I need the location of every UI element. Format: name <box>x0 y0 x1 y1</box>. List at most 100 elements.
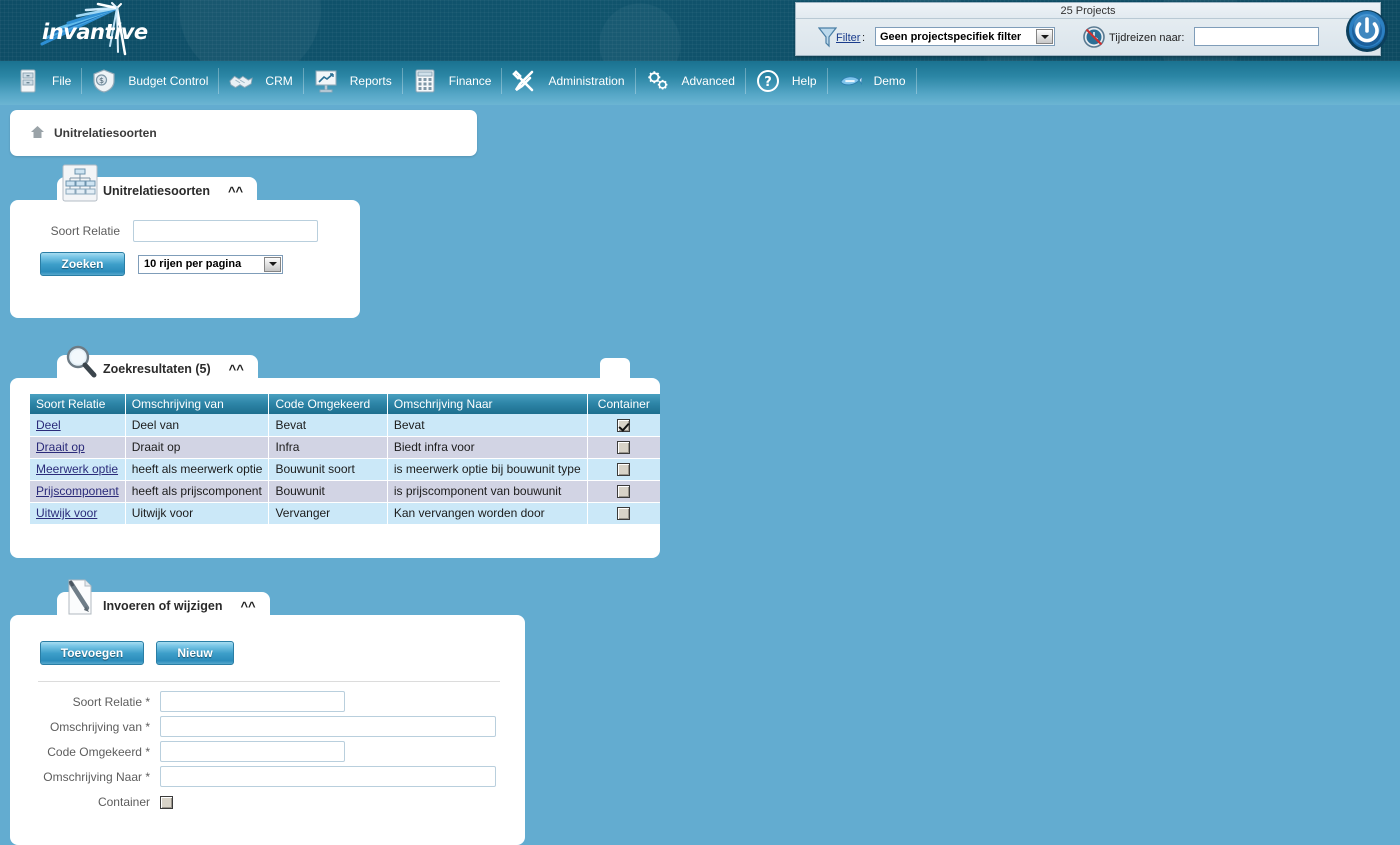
invantive-fish-icon <box>838 69 862 93</box>
menu-divider <box>915 68 917 94</box>
chevron-up-icon[interactable]: ^^ <box>240 599 255 614</box>
menu-item-budget-control[interactable]: $ Budget Control <box>82 61 218 101</box>
row-link[interactable]: Meerwerk optie <box>36 462 118 476</box>
project-count-label: 25 Projects <box>796 3 1380 19</box>
zoeken-button[interactable]: Zoeken <box>40 252 125 276</box>
col-container[interactable]: Container <box>587 394 660 414</box>
container-checkbox[interactable] <box>617 441 631 455</box>
chevron-down-icon[interactable] <box>1036 29 1053 44</box>
col-soort-relatie[interactable]: Soort Relatie <box>30 394 126 414</box>
menu-item-demo[interactable]: Demo <box>828 61 916 101</box>
chevron-up-icon[interactable]: ^^ <box>229 362 244 377</box>
results-panel-body: Soort Relatie Omschrijving van Code Omge… <box>10 378 660 558</box>
cell-omschrijving-van: Draait op <box>125 436 270 459</box>
cell-container <box>587 436 660 459</box>
form-divider <box>38 681 500 682</box>
col-omschrijving-naar[interactable]: Omschrijving Naar <box>387 394 588 414</box>
nieuw-button[interactable]: Nieuw <box>156 641 234 665</box>
menu-item-help[interactable]: ? Help <box>746 61 827 101</box>
row-link[interactable]: Deel <box>36 418 61 432</box>
filter-colon: : <box>862 32 866 44</box>
cell-omschrijving-naar: is meerwerk optie bij bouwunit type <box>387 458 588 481</box>
entry-panel-body: Toevoegen Nieuw Soort Relatie * Omschrij… <box>10 615 525 845</box>
code-omgekeerd-field[interactable] <box>160 741 345 762</box>
table-row[interactable]: Prijscomponent heeft als prijscomponent … <box>30 480 660 503</box>
filter-bar: 25 Projects Filter : Geen projectspecifi… <box>795 2 1381 56</box>
chevron-up-icon[interactable]: ^^ <box>228 184 243 199</box>
chevron-down-icon[interactable] <box>264 256 281 272</box>
field-label-code-omgekeerd: Code Omgekeerd * <box>47 744 150 759</box>
rows-per-page-select[interactable]: 10 rijen per pagina <box>138 254 283 274</box>
cell-container <box>587 502 660 525</box>
menu-item-finance[interactable]: Finance <box>403 61 502 101</box>
project-filter-select[interactable]: Geen projectspecifiek filter <box>875 27 1055 46</box>
results-panel-title: Zoekresultaten (5) <box>103 362 211 376</box>
cell-omschrijving-van: Deel van <box>125 414 270 437</box>
magnifier-icon <box>61 341 101 384</box>
menu-item-reports[interactable]: Reports <box>304 61 402 101</box>
cell-soort-relatie: Prijscomponent <box>30 480 126 503</box>
cell-code-omgekeerd: Bouwunit <box>268 480 388 503</box>
file-cabinet-icon <box>16 69 40 93</box>
funnel-filter-icon <box>817 26 838 51</box>
menu-label: Budget Control <box>128 74 209 88</box>
results-table: Soort Relatie Omschrijving van Code Omge… <box>30 394 660 525</box>
menu-item-crm[interactable]: CRM <box>219 61 302 101</box>
cell-soort-relatie: Draait op <box>30 436 126 459</box>
container-checkbox[interactable] <box>160 795 173 809</box>
menu-item-advanced[interactable]: Advanced <box>636 61 745 101</box>
power-logout-icon[interactable] <box>1345 9 1389 53</box>
menu-label: Reports <box>349 74 392 88</box>
omschrijving-van-field[interactable] <box>160 716 496 737</box>
cell-code-omgekeerd: Infra <box>268 436 388 459</box>
cell-omschrijving-naar: Bevat <box>387 414 588 437</box>
col-omschrijving-van[interactable]: Omschrijving van <box>125 394 270 414</box>
container-checkbox[interactable] <box>617 418 631 432</box>
soort-relatie-field[interactable] <box>160 691 345 712</box>
container-checkbox[interactable] <box>617 463 631 477</box>
cell-container <box>587 414 660 437</box>
search-panel-body: Soort Relatie Zoeken 10 rijen per pagina <box>10 200 360 318</box>
table-row[interactable]: Meerwerk optie heeft als meerwerk optie … <box>30 458 660 481</box>
toevoegen-button[interactable]: Toevoegen <box>40 641 144 665</box>
container-checkbox[interactable] <box>617 507 631 521</box>
menu-item-administration[interactable]: Administration <box>502 61 634 101</box>
table-row[interactable]: Uitwijk voor Uitwijk voor Vervanger Kan … <box>30 502 660 525</box>
brand-name: invantive <box>42 20 148 44</box>
table-row[interactable]: Draait op Draait op Infra Biedt infra vo… <box>30 436 660 459</box>
project-filter-value: Geen projectspecifiek filter <box>880 31 1022 43</box>
app-banner: invantive 25 Projects Filter : Geen proj… <box>0 0 1400 61</box>
table-row[interactable]: Deel Deel van Bevat Bevat <box>30 414 660 437</box>
entry-panel-tab[interactable]: Invoeren of wijzigen ^^ <box>57 579 270 620</box>
cell-omschrijving-van: heeft als meerwerk optie <box>125 458 270 481</box>
menu-item-file[interactable]: File <box>6 61 81 101</box>
menu-label: File <box>52 74 72 88</box>
gears-icon <box>646 69 670 93</box>
cell-soort-relatie: Meerwerk optie <box>30 458 126 481</box>
soort-relatie-search-input[interactable] <box>133 220 318 242</box>
omschrijving-naar-field[interactable] <box>160 766 496 787</box>
time-travel-input[interactable] <box>1194 27 1319 46</box>
row-link[interactable]: Uitwijk voor <box>36 506 97 520</box>
cell-soort-relatie: Uitwijk voor <box>30 502 126 525</box>
cell-omschrijving-naar: is prijscomponent van bouwunit <box>387 480 588 503</box>
filter-link[interactable]: Filter <box>836 32 860 44</box>
field-label-omschrijving-naar: Omschrijving Naar * <box>43 769 150 784</box>
search-panel-title: Unitrelatiesoorten <box>103 184 210 198</box>
col-code-omgekeerd[interactable]: Code Omgekeerd <box>268 394 388 414</box>
breadcrumb[interactable]: Unitrelatiesoorten <box>10 110 477 156</box>
main-menu-bar: File $ Budget Control CRM Reports Financ… <box>0 61 1400 105</box>
field-label-soort-relatie: Soort Relatie * <box>72 694 150 709</box>
container-checkbox[interactable] <box>617 485 631 499</box>
org-chart-icon <box>61 163 99 206</box>
svg-text:?: ? <box>764 75 772 90</box>
cell-omschrijving-naar: Biedt infra voor <box>387 436 588 459</box>
menu-label: CRM <box>265 74 293 88</box>
cell-container <box>587 480 660 503</box>
cell-container <box>587 458 660 481</box>
results-panel-tab[interactable]: Zoekresultaten (5) ^^ <box>57 345 258 383</box>
search-panel-tab[interactable]: Unitrelatiesoorten ^^ <box>57 164 258 205</box>
field-label-omschrijving-van: Omschrijving van * <box>49 719 150 734</box>
row-link[interactable]: Prijscomponent <box>36 484 119 498</box>
row-link[interactable]: Draait op <box>36 440 85 454</box>
